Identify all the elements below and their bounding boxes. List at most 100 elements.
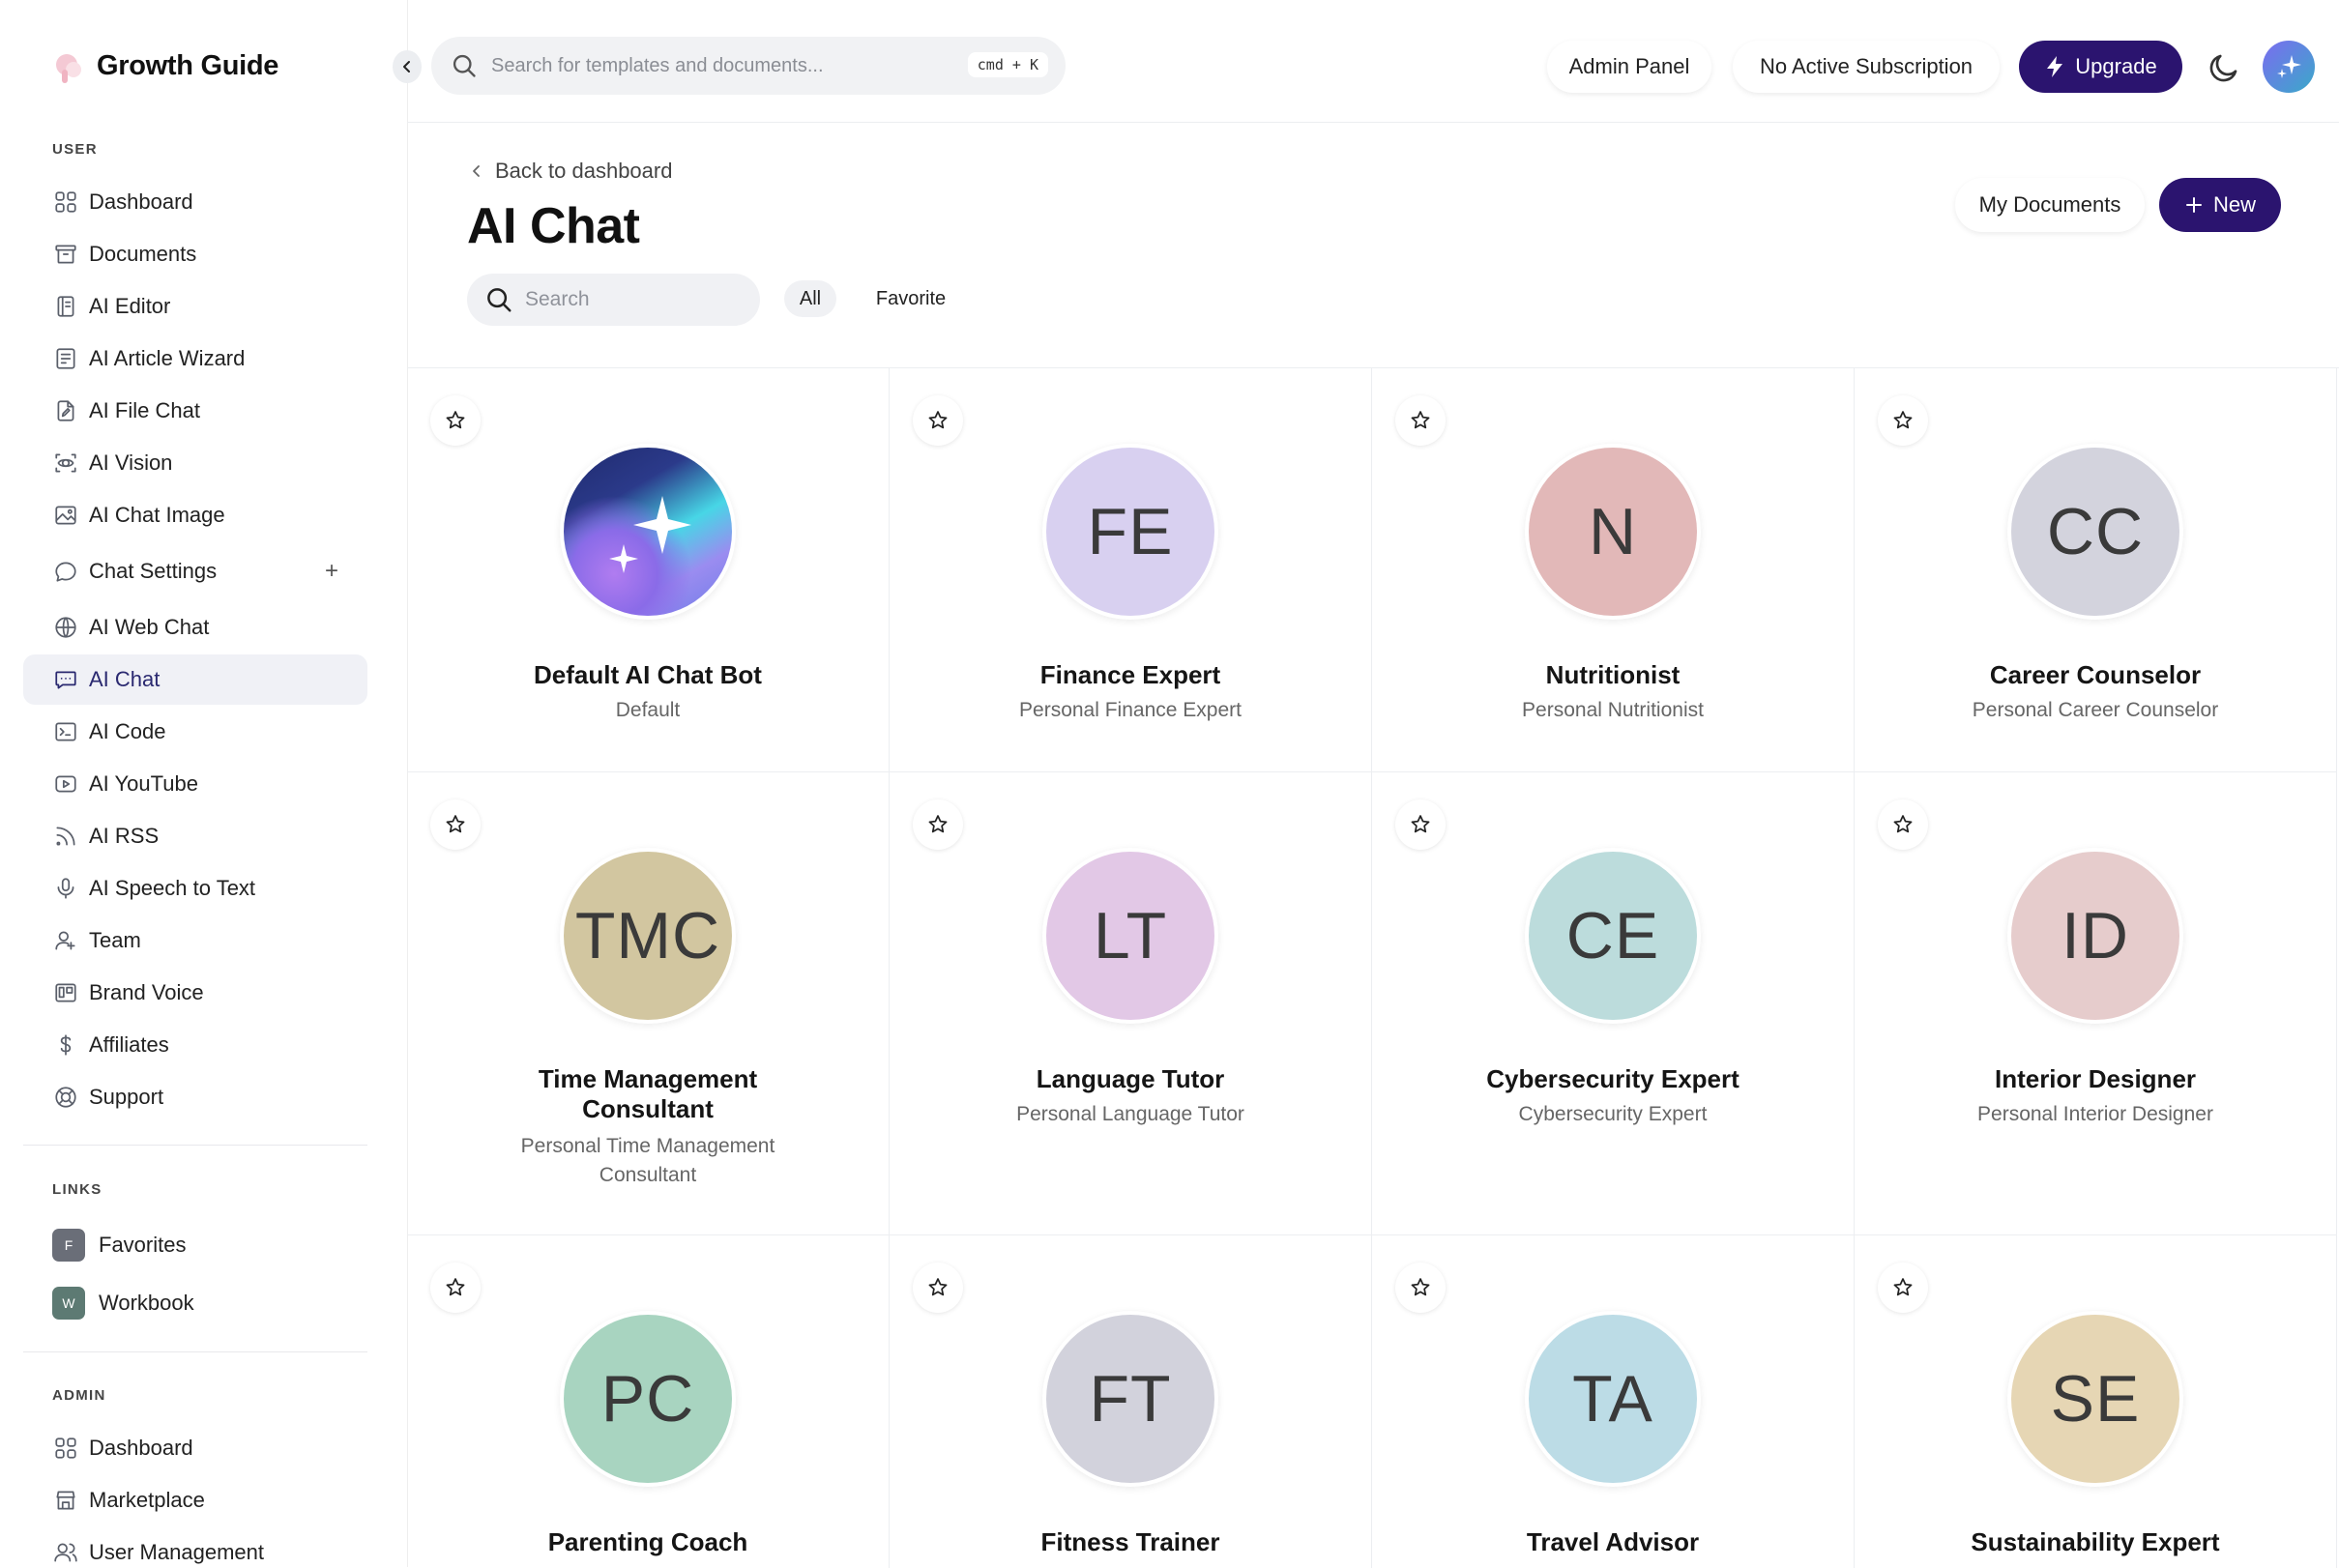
bot-initials: PC bbox=[564, 1315, 732, 1483]
sidebar-item-ai-rss[interactable]: AI RSS bbox=[23, 811, 367, 861]
sidebar-item-team[interactable]: Team bbox=[23, 915, 367, 966]
bot-initials: TA bbox=[1529, 1315, 1697, 1483]
chat-bot-card[interactable]: SE Sustainability Expert bbox=[1855, 1235, 2337, 1568]
admin-item-dashboard[interactable]: Dashboard bbox=[23, 1423, 367, 1473]
divider bbox=[23, 1145, 367, 1146]
favorite-toggle[interactable] bbox=[430, 799, 481, 850]
bot-name: Default AI Chat Bot bbox=[534, 660, 762, 689]
sidebar-item-documents[interactable]: Documents bbox=[23, 229, 367, 279]
link-item-workbook[interactable]: W Workbook bbox=[23, 1278, 367, 1328]
back-to-dashboard-link[interactable]: Back to dashboard bbox=[470, 159, 672, 184]
sidebar-item-ai-youtube[interactable]: AI YouTube bbox=[23, 759, 367, 809]
sidebar-item-brand-voice[interactable]: Brand Voice bbox=[23, 968, 367, 1018]
bot-avatar bbox=[560, 444, 736, 620]
sidebar-item-dashboard[interactable]: Dashboard bbox=[23, 177, 367, 227]
user-plus-icon-wrap bbox=[52, 927, 79, 954]
sidebar-item-ai-file-chat[interactable]: AI File Chat bbox=[23, 386, 367, 436]
sidebar-item-label: Team bbox=[89, 928, 141, 952]
link-item-favorites[interactable]: F Favorites bbox=[23, 1220, 367, 1270]
chat-dots-icon bbox=[55, 671, 76, 689]
sidebar-item-label: Support bbox=[89, 1085, 164, 1109]
subscription-button[interactable]: No Active Subscription bbox=[1733, 41, 2000, 93]
bot-avatar: PC bbox=[560, 1311, 736, 1487]
chat-search-input[interactable]: Search bbox=[467, 274, 760, 326]
my-documents-button[interactable]: My Documents bbox=[1955, 178, 2145, 232]
chat-bot-card[interactable]: Default AI Chat Bot Default bbox=[407, 368, 890, 772]
sidebar-item-label: User Management bbox=[89, 1540, 264, 1564]
admin-panel-button[interactable]: Admin Panel bbox=[1547, 41, 1711, 93]
archive-icon bbox=[55, 245, 76, 264]
store-icon bbox=[56, 1491, 75, 1510]
chat-bot-card[interactable]: CC Career Counselor Personal Career Counse… bbox=[1855, 368, 2337, 772]
sidebar-item-ai-editor[interactable]: AI Editor bbox=[23, 281, 367, 332]
chat-bot-grid: Default AI Chat Bot Default FE Finance Expe… bbox=[407, 367, 2339, 1568]
sidebar-item-ai-chat-image[interactable]: AI Chat Image bbox=[23, 490, 367, 540]
bot-avatar: LT bbox=[1042, 848, 1218, 1024]
mic-icon bbox=[57, 878, 74, 899]
chat-bot-card[interactable]: ID Interior Designer Personal Interior Des… bbox=[1855, 772, 2337, 1235]
sidebar-item-ai-web-chat[interactable]: AI Web Chat bbox=[23, 602, 367, 653]
chat-bot-card[interactable]: TMC Time Management Consultant Personal Ti… bbox=[407, 772, 890, 1235]
star-icon bbox=[1893, 411, 1913, 429]
chat-bot-card[interactable]: LT Language Tutor Personal Language Tutor bbox=[890, 772, 1372, 1235]
favorite-toggle[interactable] bbox=[1395, 799, 1446, 850]
favorite-toggle[interactable] bbox=[913, 1263, 963, 1313]
sidebar-item-ai-chat[interactable]: AI Chat bbox=[23, 654, 367, 705]
sidebar-item-ai-vision[interactable]: AI Vision bbox=[23, 438, 367, 488]
sidebar-item-label: Chat Settings bbox=[89, 559, 218, 583]
favorite-toggle[interactable] bbox=[1878, 1263, 1928, 1313]
section-label-user: USER bbox=[52, 141, 98, 158]
chat-bot-card[interactable]: TA Travel Advisor bbox=[1372, 1235, 1855, 1568]
chat-bot-card[interactable]: CE Cybersecurity Expert Cybersecurity Expe… bbox=[1372, 772, 1855, 1235]
sidebar-item-label: AI Editor bbox=[89, 294, 171, 318]
favorite-toggle[interactable] bbox=[913, 799, 963, 850]
chat-bot-card[interactable]: FE Finance Expert Personal Finance Expert bbox=[890, 368, 1372, 772]
favorite-toggle[interactable] bbox=[913, 395, 963, 446]
archive-icon-wrap bbox=[52, 241, 79, 268]
favorite-toggle[interactable] bbox=[430, 395, 481, 446]
chat-bot-card[interactable]: N Nutritionist Personal Nutritionist bbox=[1372, 368, 1855, 772]
sidebar-item-label: Dashboard bbox=[89, 189, 193, 214]
new-button[interactable]: New bbox=[2159, 178, 2281, 232]
bot-description: Personal Nutritionist bbox=[1522, 699, 1704, 721]
dollar-icon bbox=[60, 1034, 72, 1056]
chat-bot-card[interactable]: FT Fitness Trainer bbox=[890, 1235, 1372, 1568]
sidebar-item-ai-article-wizard[interactable]: AI Article Wizard bbox=[23, 334, 367, 384]
plus-icon bbox=[2185, 197, 2202, 213]
user-avatar[interactable] bbox=[2263, 41, 2315, 93]
notebook-icon-wrap bbox=[52, 293, 79, 320]
sidebar-item-ai-speech-to-text[interactable]: AI Speech to Text bbox=[23, 863, 367, 914]
favorite-toggle[interactable] bbox=[1395, 1263, 1446, 1313]
chat-bot-card[interactable]: PC Parenting Coach bbox=[407, 1235, 890, 1568]
upgrade-button[interactable]: Upgrade bbox=[2019, 41, 2182, 93]
favorite-toggle[interactable] bbox=[1878, 799, 1928, 850]
expand-plus-icon[interactable]: + bbox=[325, 558, 338, 585]
bot-initials: CE bbox=[1529, 852, 1697, 1020]
global-search[interactable]: Search for templates and documents... cm… bbox=[431, 37, 1066, 95]
grid-icon-wrap bbox=[52, 189, 79, 216]
filter-all[interactable]: All bbox=[784, 280, 836, 317]
favorite-toggle[interactable] bbox=[1878, 395, 1928, 446]
dark-mode-toggle-icon[interactable] bbox=[2207, 50, 2241, 85]
sidebar-item-chat-settings[interactable]: Chat Settings + bbox=[23, 546, 367, 596]
admin-item-user-management[interactable]: User Management bbox=[23, 1527, 367, 1567]
favorite-toggle[interactable] bbox=[430, 1263, 481, 1313]
sidebar-item-label: AI Code bbox=[89, 719, 166, 743]
admin-item-marketplace[interactable]: Marketplace bbox=[23, 1475, 367, 1525]
app-logo[interactable]: Growth Guide bbox=[52, 46, 278, 85]
upgrade-label: Upgrade bbox=[2075, 54, 2157, 78]
favorite-toggle[interactable] bbox=[1395, 395, 1446, 446]
sidebar-item-affiliates[interactable]: Affiliates bbox=[23, 1020, 367, 1070]
bot-initials: LT bbox=[1046, 852, 1214, 1020]
bot-description: Cybersecurity Expert bbox=[1518, 1103, 1708, 1125]
sidebar-item-support[interactable]: Support bbox=[23, 1072, 367, 1122]
bot-avatar: FE bbox=[1042, 444, 1218, 620]
store-icon-wrap bbox=[52, 1487, 79, 1514]
collapse-sidebar-button[interactable] bbox=[393, 50, 422, 83]
lightning-icon bbox=[2047, 56, 2063, 77]
file-edit-icon-wrap bbox=[52, 397, 79, 424]
filter-favorite[interactable]: Favorite bbox=[861, 280, 961, 317]
star-icon bbox=[928, 411, 948, 429]
star-icon bbox=[928, 815, 948, 833]
sidebar-item-ai-code[interactable]: AI Code bbox=[23, 707, 367, 757]
